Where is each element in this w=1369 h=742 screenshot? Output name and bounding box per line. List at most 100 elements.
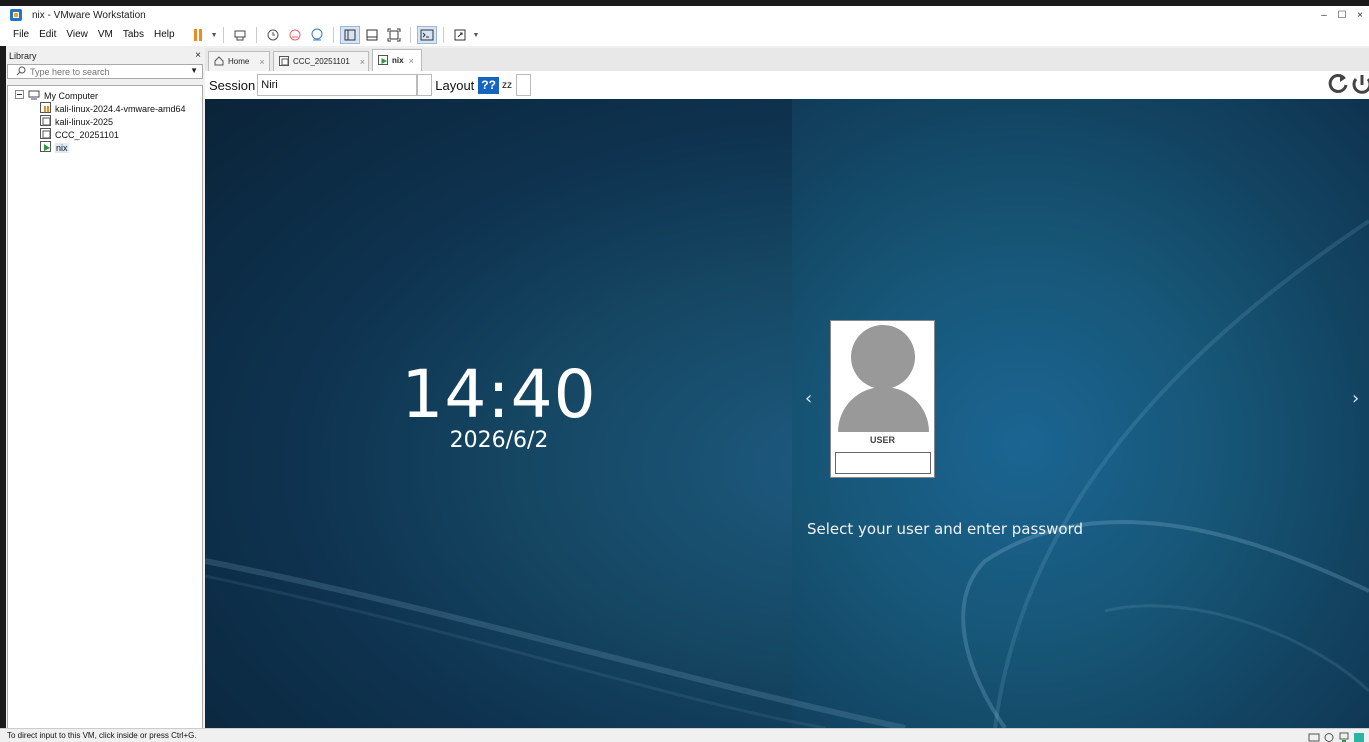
- avatar-body: [838, 387, 929, 432]
- vmware-logo-icon: [9, 8, 23, 22]
- tab-bar: Home × CCC_20251101 × nix ×: [205, 48, 1369, 71]
- left-edge: [0, 46, 6, 728]
- tree-label-my-computer: My Computer: [44, 90, 99, 101]
- maximize-button[interactable]: ☐: [1333, 10, 1351, 21]
- layout-label: Layout: [435, 77, 475, 93]
- tree-label: kali-linux-2024.4-vmware-amd64: [55, 103, 186, 114]
- library-title: Library: [9, 50, 37, 61]
- library-tree: My Computer kali-linux-2024.4-vmware-amd…: [7, 85, 203, 737]
- vm-icon: [279, 55, 289, 68]
- session-label: Session: [209, 77, 256, 93]
- tab-close-icon[interactable]: ×: [409, 56, 414, 66]
- tab-label: nix: [392, 56, 404, 65]
- pause-icon[interactable]: [188, 26, 208, 44]
- login-prompt: Select your user and enter password: [806, 520, 1083, 538]
- tab-nix[interactable]: nix ×: [372, 49, 422, 71]
- tree-item-nix[interactable]: nix: [40, 141, 69, 154]
- collapse-icon[interactable]: [15, 90, 24, 101]
- toolbar-separator: [255, 27, 257, 43]
- search-dropdown-icon[interactable]: ▼: [190, 66, 198, 75]
- send-ctrl-alt-del-icon[interactable]: [230, 26, 250, 44]
- restart-icon[interactable]: [1327, 72, 1351, 103]
- console-icon[interactable]: [416, 26, 437, 44]
- background-swirl: [205, 219, 1369, 728]
- vm-icon: [40, 128, 51, 141]
- search-icon: [16, 63, 26, 81]
- window-controls: – ☐ ×: [1315, 6, 1369, 24]
- network-icon[interactable]: [1338, 730, 1350, 742]
- tree-item-kali-2024[interactable]: kali-linux-2024.4-vmware-amd64: [40, 102, 186, 115]
- tab-ccc[interactable]: CCC_20251101 ×: [273, 51, 369, 71]
- pause-dropdown-icon[interactable]: ▼: [211, 32, 218, 39]
- menu-edit[interactable]: Edit: [34, 26, 61, 44]
- password-input[interactable]: [835, 452, 931, 474]
- layout-dropdown-button[interactable]: [515, 74, 531, 96]
- menu-help[interactable]: Help: [149, 26, 180, 44]
- tab-label: CCC_20251101: [293, 57, 350, 66]
- toolbar-separator: [409, 27, 411, 43]
- snapshot-icon[interactable]: [263, 26, 283, 44]
- computer-icon: [28, 90, 40, 102]
- title-bar: nix - VMware Workstation – ☐ ×: [0, 6, 1369, 24]
- vm-running-icon: [378, 54, 388, 67]
- menu-file[interactable]: File: [8, 26, 34, 44]
- library-search-input[interactable]: [30, 66, 180, 77]
- device-icons: [1305, 730, 1365, 742]
- close-window-button[interactable]: ×: [1351, 10, 1369, 21]
- power-controls: [1327, 72, 1369, 103]
- prev-user-arrow[interactable]: ‹: [805, 388, 812, 409]
- window-title: nix - VMware Workstation: [32, 9, 146, 21]
- vm-icon: [40, 115, 51, 128]
- stretch-icon[interactable]: [450, 26, 470, 44]
- session-select[interactable]: [257, 74, 418, 96]
- layout-alt-label[interactable]: zz: [502, 80, 512, 91]
- tree-label: kali-linux-2025: [55, 116, 114, 127]
- home-icon: [214, 55, 224, 68]
- power-icon[interactable]: [1351, 72, 1369, 103]
- stretch-dropdown-icon[interactable]: ▼: [473, 32, 480, 39]
- fullscreen-icon[interactable]: [384, 26, 404, 44]
- library-panel: Library × ▼ My Computer kali-linux-2024.…: [7, 48, 203, 737]
- tree-label: CCC_20251101: [55, 129, 119, 140]
- vm-paused-icon: [40, 102, 51, 115]
- menu-vm[interactable]: VM: [93, 26, 118, 44]
- user-card[interactable]: USER: [830, 320, 935, 478]
- tree-item-kali-2025[interactable]: kali-linux-2025: [40, 115, 113, 128]
- cd-drive-icon[interactable]: [1323, 730, 1335, 742]
- toolbar-separator: [442, 27, 444, 43]
- tab-close-icon[interactable]: ×: [259, 57, 264, 67]
- toolbar-separator: [332, 27, 334, 43]
- menu-tabs[interactable]: Tabs: [118, 26, 149, 44]
- session-dropdown-button[interactable]: [417, 74, 433, 96]
- tab-home[interactable]: Home ×: [208, 51, 270, 71]
- vmware-window: nix - VMware Workstation – ☐ × File Edit…: [0, 0, 1369, 742]
- library-view-icon[interactable]: [339, 26, 360, 44]
- message-icon[interactable]: [1353, 730, 1365, 742]
- vm-console[interactable]: Session Layout ?? zz 14:40 2026/6/2 ‹ ›: [205, 71, 1369, 728]
- clock-time: 14:40: [401, 356, 597, 433]
- next-user-arrow[interactable]: ›: [1352, 388, 1359, 409]
- toolbar-separator: [222, 27, 224, 43]
- tree-node-my-computer[interactable]: My Computer: [15, 89, 98, 102]
- hard-disk-icon[interactable]: [1308, 730, 1320, 742]
- layout-select[interactable]: ??: [478, 76, 499, 94]
- revert-snapshot-icon[interactable]: [285, 26, 305, 44]
- tab-close-icon[interactable]: ×: [360, 57, 365, 67]
- status-bar: To direct input to this VM, click inside…: [0, 728, 1369, 742]
- snapshot-manager-icon[interactable]: [307, 26, 327, 44]
- menu-view[interactable]: View: [61, 26, 93, 44]
- avatar-head: [851, 325, 915, 389]
- vm-running-icon: [40, 141, 51, 154]
- greeter-topbar: Session Layout ?? zz: [205, 71, 1369, 99]
- library-close-button[interactable]: ×: [195, 50, 201, 61]
- tree-label: nix: [55, 142, 69, 153]
- minimize-button[interactable]: –: [1315, 10, 1333, 21]
- library-header: Library ×: [7, 48, 203, 63]
- thumbnail-bar-icon[interactable]: [362, 26, 382, 44]
- status-message: To direct input to this VM, click inside…: [7, 731, 197, 740]
- tree-item-ccc[interactable]: CCC_20251101: [40, 128, 119, 141]
- library-search: ▼: [7, 64, 203, 79]
- user-name: USER: [869, 435, 895, 445]
- menu-toolbar: File Edit View VM Tabs Help ▼ ▼: [0, 24, 1369, 46]
- tab-label: Home: [228, 57, 250, 66]
